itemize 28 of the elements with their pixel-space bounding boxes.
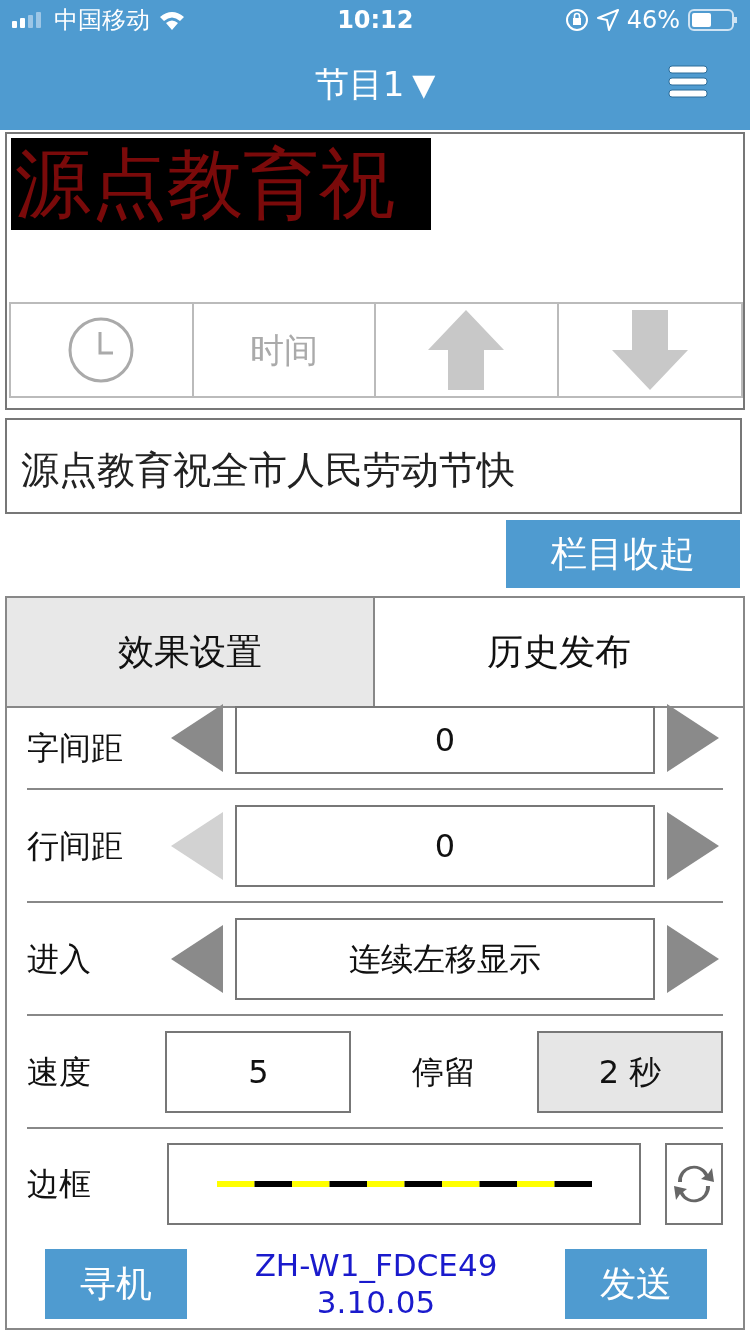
- rotation-lock-icon: [564, 8, 589, 32]
- tab[interactable]: 效果设置: [7, 598, 375, 706]
- value-field[interactable]: 2 秒: [537, 1030, 723, 1113]
- battery-icon: [688, 9, 738, 31]
- device-name: ZH-W1_FDCE49: [254, 1247, 498, 1285]
- location-arrow-icon: [596, 9, 619, 31]
- setting-label: 边框: [27, 1164, 92, 1205]
- menu-button[interactable]: [668, 64, 708, 100]
- clock-icon[interactable]: [67, 316, 136, 384]
- battery-percent: 46%: [626, 5, 680, 36]
- border-style-field[interactable]: [167, 1143, 641, 1225]
- value-field[interactable]: 连续左移显示: [235, 917, 655, 1000]
- version-number: 3.10.05: [315, 1284, 437, 1322]
- refresh-button[interactable]: [665, 1143, 723, 1225]
- value-field[interactable]: 0: [235, 804, 655, 887]
- setting-label: 速度: [27, 1051, 92, 1093]
- setting-label: 停留: [411, 1051, 478, 1093]
- carrier-name: 中国移动: [54, 5, 150, 36]
- value-field[interactable]: 0: [235, 706, 655, 774]
- wifi-icon: [158, 10, 186, 30]
- setting-label: 进入: [27, 938, 92, 980]
- setting-label: 字间距: [27, 728, 124, 769]
- status-time: 10:12: [337, 5, 414, 36]
- preview-title: 源点教育祝: [11, 138, 431, 230]
- menu-icon: [668, 65, 708, 99]
- message-text: 源点教育祝全市人民劳动节快: [5, 418, 742, 514]
- value-field[interactable]: 5: [165, 1030, 352, 1113]
- setting-label: 行间距: [27, 825, 124, 867]
